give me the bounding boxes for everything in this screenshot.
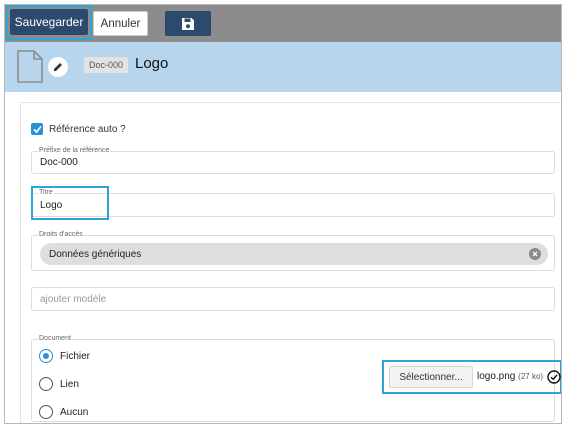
radio-fichier[interactable]: Fichier: [39, 349, 90, 363]
title-label: Titre: [38, 189, 54, 196]
title-value: Logo: [40, 200, 63, 211]
file-info: logo.png (27 ko): [477, 371, 543, 382]
prefix-value: Doc-000: [40, 157, 78, 168]
checkbox-checked[interactable]: [31, 123, 43, 135]
select-file-button[interactable]: Sélectionner...: [389, 366, 473, 388]
radio-label-lien: Lien: [60, 378, 79, 390]
form-panel: Référence auto ? Préfixe de la référence…: [20, 102, 561, 423]
radio-button[interactable]: [39, 377, 53, 391]
access-rights-label: Droits d'accès: [38, 231, 84, 238]
access-chip-label: Données génériques: [49, 248, 142, 260]
radio-label-fichier: Fichier: [60, 350, 91, 362]
access-chip[interactable]: Données génériques: [40, 243, 548, 265]
document-header: Doc-000 Logo: [5, 42, 561, 92]
check-icon: [32, 125, 42, 133]
access-rights-field[interactable]: Droits d'accès Données génériques: [31, 231, 555, 271]
edit-button[interactable]: [48, 57, 68, 77]
prefix-field[interactable]: Préfixe de la référence Doc-000: [31, 147, 555, 174]
radio-button[interactable]: [39, 405, 53, 419]
template-placeholder: ajouter modèle: [40, 294, 107, 305]
radio-lien[interactable]: Lien: [39, 377, 79, 391]
floppy-disk-icon: [182, 17, 194, 30]
auto-reference-checkbox[interactable]: Référence auto ?: [31, 123, 126, 135]
file-name: logo.png: [477, 371, 516, 382]
radio-button-selected[interactable]: [39, 349, 53, 363]
prefix-label: Préfixe de la référence: [38, 147, 111, 154]
save-button[interactable]: Sauvegarder: [10, 9, 88, 35]
page-title: Logo: [135, 55, 169, 72]
app-window: Sauvegarder Annuler Doc-000 Logo Référen…: [4, 4, 562, 424]
radio-label-aucun: Aucun: [60, 406, 89, 418]
file-size: (27 ko): [518, 372, 544, 381]
document-icon: [17, 50, 43, 83]
cancel-button[interactable]: Annuler: [93, 11, 148, 36]
document-label: Document: [38, 335, 72, 342]
template-input[interactable]: ajouter modèle: [31, 287, 555, 311]
toolbar: Sauvegarder Annuler: [5, 5, 561, 42]
document-group: Document Fichier Lien Aucun Sélectionner…: [31, 335, 561, 422]
save-icon-button[interactable]: [165, 11, 211, 36]
radio-aucun[interactable]: Aucun: [39, 405, 88, 419]
title-field[interactable]: Titre Logo: [31, 189, 555, 217]
close-circle-icon[interactable]: [529, 248, 541, 260]
checkbox-label: Référence auto ?: [49, 123, 126, 135]
file-picker: Sélectionner... logo.png (27 ko): [382, 360, 561, 394]
pencil-icon: [54, 63, 62, 71]
check-circle-icon: [547, 370, 561, 384]
reference-badge: Doc-000: [84, 57, 129, 73]
